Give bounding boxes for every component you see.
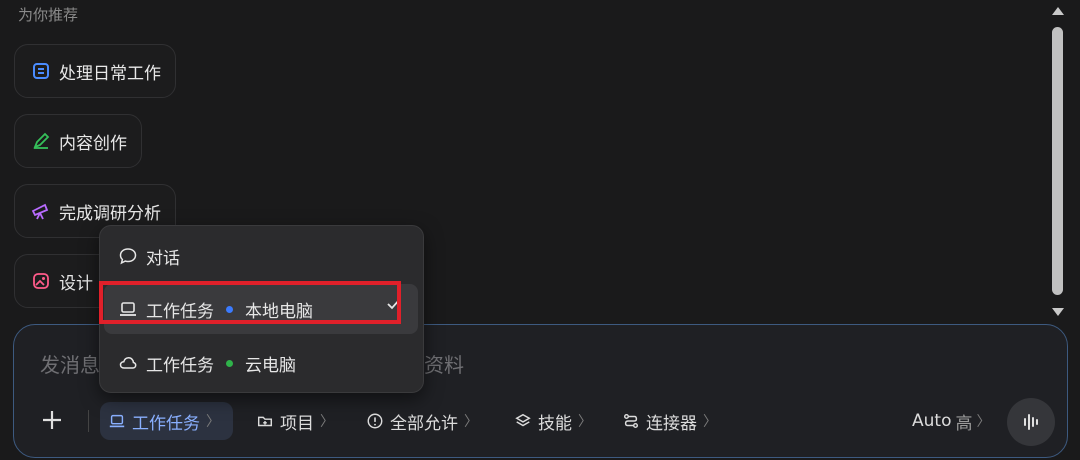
plus-icon[interactable]: [38, 406, 66, 434]
chevron-right-icon: 〉: [464, 414, 478, 430]
toolbar-divider: [88, 410, 89, 432]
layers-icon: [515, 413, 531, 427]
permission-button[interactable]: 全部允许 〉: [358, 402, 486, 440]
laptop-icon: [109, 414, 125, 428]
card-label: 处理日常工作: [59, 63, 161, 84]
menu-item-sub: 云电脑: [245, 355, 296, 376]
menu-item-label: 工作任务: [146, 355, 214, 376]
doc-icon: [33, 63, 49, 79]
skills-button[interactable]: 技能 〉: [506, 402, 600, 440]
highlight-box: [99, 281, 401, 324]
chevron-right-icon: 〉: [320, 414, 334, 430]
card-label: 设计: [59, 273, 93, 294]
cloud-icon: [119, 357, 137, 369]
info-circle-icon: [367, 413, 383, 429]
menu-item-work-task-cloud[interactable]: 工作任务 云电脑: [104, 338, 418, 388]
chevron-right-icon: 〉: [206, 414, 220, 430]
skills-label: 技能: [538, 413, 572, 434]
work-task-label: 工作任务: [132, 413, 200, 434]
connector-label: 连接器: [646, 413, 697, 434]
section-title: 为你推荐: [18, 6, 79, 24]
mode-label: Auto: [912, 411, 952, 431]
scrollbar-thumb[interactable]: [1052, 27, 1063, 295]
status-dot: [226, 359, 233, 367]
waveform-icon: [1024, 414, 1038, 430]
image-icon: [33, 273, 49, 289]
project-label: 项目: [280, 413, 314, 434]
scroll-up-arrow[interactable]: [1052, 7, 1064, 15]
card-label: 完成调研分析: [59, 203, 161, 224]
level-label: 高: [955, 413, 973, 434]
composer-placeholder: 发消息: [40, 353, 100, 377]
mode-selector[interactable]: Auto 高 〉: [912, 402, 990, 440]
chat-icon: [119, 248, 137, 265]
project-button[interactable]: 项目 〉: [248, 402, 342, 440]
connector-button[interactable]: 连接器 〉: [614, 402, 725, 440]
permission-label: 全部允许: [390, 413, 458, 434]
voice-button[interactable]: [1007, 398, 1055, 446]
menu-item-chat[interactable]: 对话: [104, 231, 418, 281]
menu-item-label: 对话: [146, 248, 180, 269]
telescope-icon: [31, 203, 49, 220]
card-content-creation[interactable]: 内容创作: [14, 114, 142, 168]
folder-plus-icon: [257, 416, 273, 427]
chevron-right-icon: 〉: [578, 414, 592, 430]
pen-icon: [33, 132, 50, 149]
card-daily-work[interactable]: 处理日常工作: [14, 44, 176, 98]
scroll-down-arrow[interactable]: [1052, 308, 1064, 316]
work-task-button[interactable]: 工作任务 〉: [100, 402, 233, 440]
chevron-right-icon: 〉: [976, 414, 991, 430]
composer-placeholder-tail: 资料: [424, 353, 464, 377]
chevron-right-icon: 〉: [703, 414, 717, 430]
connector-icon: [623, 413, 639, 429]
card-label: 内容创作: [59, 133, 127, 154]
